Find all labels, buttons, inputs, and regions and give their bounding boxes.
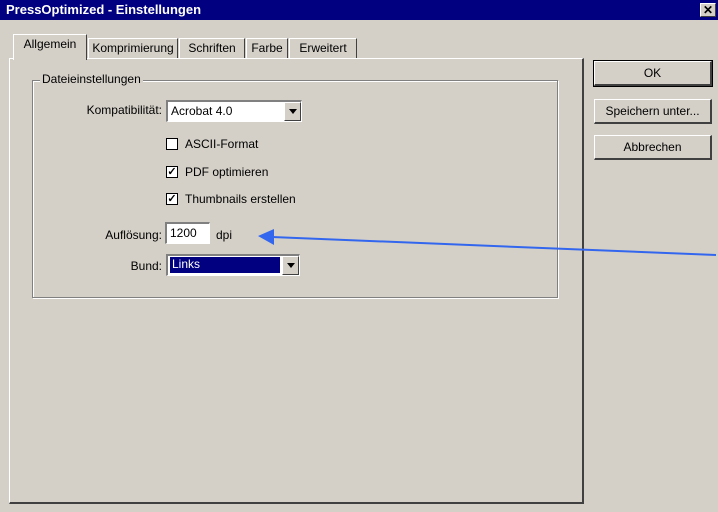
- arrow-line: [271, 236, 717, 256]
- annotation-arrow: [258, 229, 717, 256]
- arrow-head-icon: [258, 229, 274, 245]
